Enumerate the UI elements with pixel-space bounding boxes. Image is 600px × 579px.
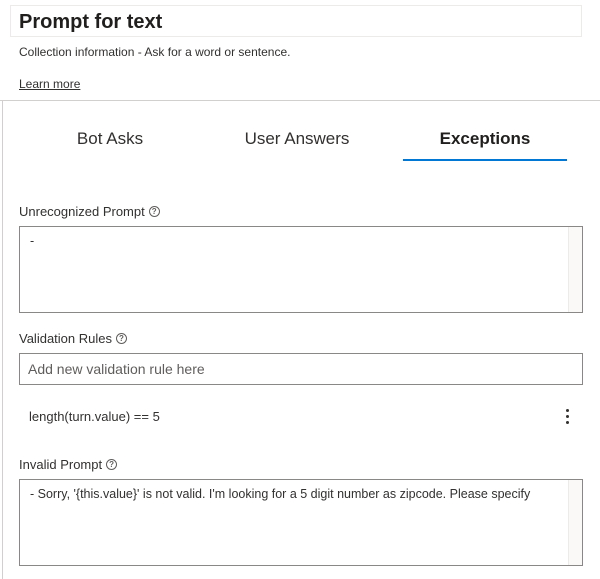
unrecognized-prompt-text: - xyxy=(30,234,35,248)
invalid-prompt-editor[interactable]: - Sorry, '{this.value}' is not valid. I'… xyxy=(19,479,583,566)
unrecognized-prompt-label: Unrecognized Prompt xyxy=(19,204,145,219)
validation-rules-label: Validation Rules xyxy=(19,331,112,346)
dialog-title: Prompt for text xyxy=(10,5,582,37)
tab-exceptions[interactable]: Exceptions xyxy=(403,129,567,163)
unrecognized-prompt-label-row: Unrecognized Prompt ? xyxy=(19,204,160,219)
tab-user-answers[interactable]: User Answers xyxy=(222,129,372,163)
help-icon[interactable]: ? xyxy=(148,206,160,217)
invalid-prompt-label-row: Invalid Prompt ? xyxy=(19,457,118,472)
validation-rule-input[interactable] xyxy=(19,353,583,385)
validation-rule-item: length(turn.value) == 5 xyxy=(29,409,160,424)
pane-divider xyxy=(2,101,3,579)
tab-bot-asks[interactable]: Bot Asks xyxy=(50,129,170,163)
dialog-subtitle: Collection information - Ask for a word … xyxy=(19,45,291,59)
learn-more-link[interactable]: Learn more xyxy=(19,77,80,91)
help-icon[interactable]: ? xyxy=(106,459,118,470)
unrecognized-prompt-editor[interactable]: - xyxy=(19,226,583,313)
editor-scrollbar[interactable] xyxy=(568,480,582,565)
help-icon[interactable]: ? xyxy=(115,333,127,344)
invalid-prompt-label: Invalid Prompt xyxy=(19,457,103,472)
active-tab-indicator xyxy=(403,159,567,161)
header-divider xyxy=(0,100,600,101)
validation-rules-label-row: Validation Rules ? xyxy=(19,331,127,346)
more-vertical-icon[interactable] xyxy=(558,405,576,427)
invalid-prompt-text: - Sorry, '{this.value}' is not valid. I'… xyxy=(30,487,531,501)
editor-scrollbar[interactable] xyxy=(568,227,582,312)
